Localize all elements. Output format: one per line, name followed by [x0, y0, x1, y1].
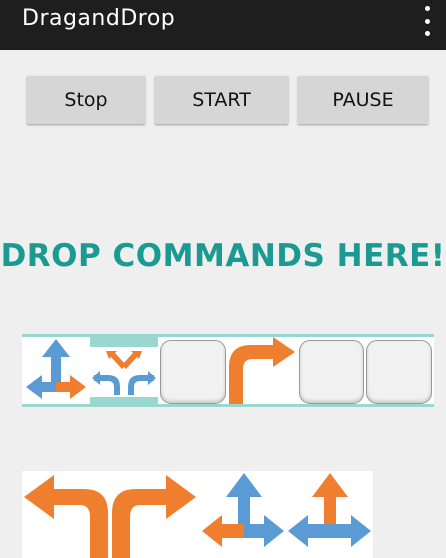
start-button[interactable]: START — [155, 76, 288, 124]
palette-item-up-left[interactable] — [198, 471, 286, 558]
turn-right-arrow-icon — [229, 337, 295, 407]
turn-right-arrow-icon — [112, 475, 196, 558]
drop-slot-3-empty[interactable] — [160, 340, 226, 404]
drop-strip[interactable] — [22, 337, 434, 407]
app-bar: DragandDrop — [0, 0, 446, 50]
overflow-menu-icon[interactable] — [420, 6, 434, 36]
drop-strip-bottom-border — [22, 404, 434, 407]
drop-slot-1[interactable] — [22, 337, 90, 407]
app-title: DragandDrop — [22, 6, 176, 31]
turn-left-arrow-icon — [24, 475, 108, 558]
drop-slot-2[interactable] — [90, 337, 158, 407]
up-left-arrow-icon — [202, 473, 284, 547]
stop-button[interactable]: Stop — [27, 76, 145, 124]
palette-item-turn-right[interactable] — [110, 471, 198, 558]
up-left-right-arrow-icon — [288, 473, 371, 547]
fork-arrow-icon — [90, 337, 158, 407]
palette-item-up-left-right[interactable] — [286, 471, 373, 558]
drop-slot-4[interactable] — [227, 337, 297, 407]
drop-slot-5-empty[interactable] — [299, 340, 364, 404]
drop-zone-label: DROP COMMANDS HERE! — [0, 238, 446, 274]
palette-item-turn-left[interactable] — [22, 471, 110, 558]
command-palette — [22, 471, 373, 558]
pause-button[interactable]: PAUSE — [298, 76, 428, 124]
up-right-arrow-icon — [26, 339, 86, 399]
drop-slot-6-empty[interactable] — [366, 340, 432, 404]
